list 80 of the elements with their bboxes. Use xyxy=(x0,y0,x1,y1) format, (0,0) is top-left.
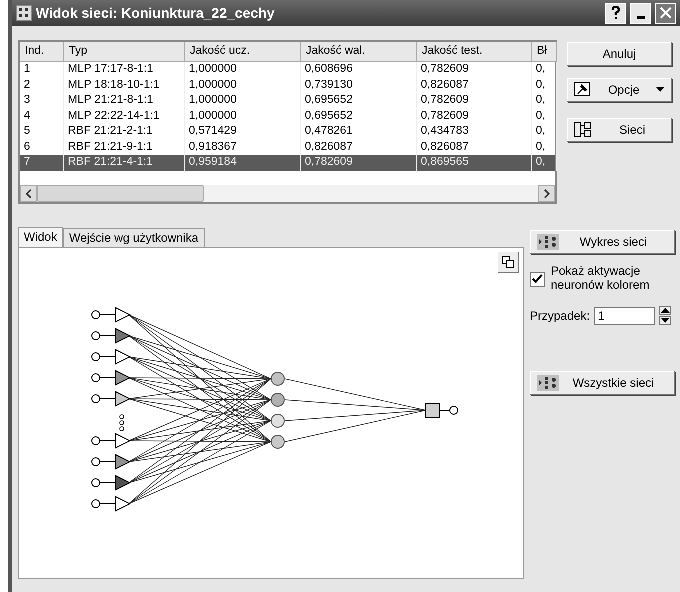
case-field[interactable]: 1 xyxy=(594,306,656,324)
networks-button[interactable]: Sieci xyxy=(567,118,672,142)
caret-icon xyxy=(656,87,665,93)
column-header[interactable]: Jakość wal. xyxy=(301,42,417,62)
table-cell: 0, xyxy=(532,78,557,93)
table-row[interactable]: 2 MLP 18:18-10-1:1 1,000000 0,739130 0,826087 0, xyxy=(20,78,555,93)
table-cell: 0,869565 xyxy=(417,155,532,170)
window-title: Widok sieci: Koniunktura_22_cechy xyxy=(36,5,276,21)
minimize-button[interactable] xyxy=(630,2,651,24)
options-button[interactable]: Opcje xyxy=(567,78,672,102)
column-header[interactable]: Jakość test. xyxy=(417,42,532,62)
table-cell: 1,000000 xyxy=(185,62,301,78)
spin-buttons[interactable] xyxy=(659,306,672,325)
checkbox[interactable] xyxy=(530,272,545,287)
network-graph-icon xyxy=(537,234,559,250)
table-row[interactable]: 5 RBF 21:21-2-1:1 0,571429 0,478261 0,434783 0, xyxy=(20,124,555,140)
hammer-icon xyxy=(574,82,592,98)
table-cell: 1,000000 xyxy=(185,93,301,108)
column-header[interactable]: Ind. xyxy=(20,42,64,62)
table-cell: 0, xyxy=(532,93,557,108)
close-button[interactable] xyxy=(655,2,676,24)
table-cell: 0, xyxy=(532,62,557,78)
app-icon xyxy=(16,5,32,21)
close-icon xyxy=(658,6,672,20)
network-graph-icon xyxy=(537,375,559,391)
table-cell: 1,000000 xyxy=(185,108,301,124)
table-cell: 0,782609 xyxy=(417,62,532,78)
table-cell: RBF 21:21-4-1:1 xyxy=(64,155,185,170)
table-cell: 0,782609 xyxy=(417,93,532,108)
table-cell: MLP 18:18-10-1:1 xyxy=(64,78,185,93)
table-cell: 0,434783 xyxy=(417,124,532,140)
cancel-button[interactable]: Anuluj xyxy=(567,42,672,66)
table-cell: 0, xyxy=(532,124,557,140)
check-icon xyxy=(532,274,543,285)
column-header[interactable]: Typ xyxy=(64,42,185,62)
table-cell: 4 xyxy=(20,108,64,124)
table-row[interactable]: 3 MLP 21:21-8-1:1 1,000000 0,695652 0,782609 0, xyxy=(20,93,555,108)
column-header[interactable]: Bł xyxy=(532,42,557,62)
table-cell: RBF 21:21-2-1:1 xyxy=(64,124,185,140)
tab[interactable]: Widok xyxy=(18,227,64,248)
table-cell: 7 xyxy=(20,155,64,170)
copy-icon xyxy=(502,256,514,268)
help-button[interactable] xyxy=(605,2,626,24)
checkbox-label: Pokaż aktywacje neuronów kolorem xyxy=(551,264,651,292)
ellipsis-icon xyxy=(120,414,124,432)
table-cell: 0,826087 xyxy=(417,78,532,93)
network-boxes-icon xyxy=(574,122,592,138)
table-row[interactable]: 7 RBF 21:21-4-1:1 0,959184 0,782609 0,869565 0, xyxy=(20,155,555,170)
table-cell: 0,571429 xyxy=(185,124,301,140)
down-arrow-icon xyxy=(660,318,670,323)
case-label: Przypadek: xyxy=(530,308,590,322)
minimize-icon xyxy=(636,16,644,19)
table-cell: 0,695652 xyxy=(301,93,417,108)
table-cell: 0,695652 xyxy=(301,108,417,124)
table-cell: 0,478261 xyxy=(301,124,417,140)
network-chart-button[interactable]: Wykres sieci xyxy=(530,230,675,254)
horizontal-scrollbar[interactable] xyxy=(20,185,555,202)
column-header[interactable]: Jakość ucz. xyxy=(185,42,301,62)
table-cell: 0, xyxy=(532,155,557,170)
copy-button[interactable] xyxy=(498,252,519,273)
question-mark-icon xyxy=(610,6,620,20)
table-row[interactable]: 4 MLP 22:22-14-1:1 1,000000 0,695652 0,782609 0, xyxy=(20,108,555,124)
table-cell: 1 xyxy=(20,62,64,78)
table-cell: 0,782609 xyxy=(301,155,417,170)
table-cell: 3 xyxy=(20,93,64,108)
table-cell: 0, xyxy=(532,108,557,124)
table-row[interactable]: 1 MLP 17:17-8-1:1 1,000000 0,608696 0,782609 0, xyxy=(20,62,555,78)
table-cell: MLP 17:17-8-1:1 xyxy=(64,62,185,78)
table-cell: 0,959184 xyxy=(185,155,301,170)
all-networks-button[interactable]: Wszystkie sieci xyxy=(530,371,675,395)
table-cell: 5 xyxy=(20,124,64,140)
table-cell: 0,608696 xyxy=(301,62,417,78)
table-cell: MLP 21:21-8-1:1 xyxy=(64,93,185,108)
tab[interactable]: Wejście wg użytkownika xyxy=(63,228,205,247)
up-arrow-icon xyxy=(660,308,670,313)
table-cell: 1,000000 xyxy=(185,78,301,93)
table-cell: 0,782609 xyxy=(417,108,532,124)
table-cell: 0,739130 xyxy=(301,78,417,93)
table-cell: 2 xyxy=(20,78,64,93)
table-cell: MLP 22:22-14-1:1 xyxy=(64,108,185,124)
